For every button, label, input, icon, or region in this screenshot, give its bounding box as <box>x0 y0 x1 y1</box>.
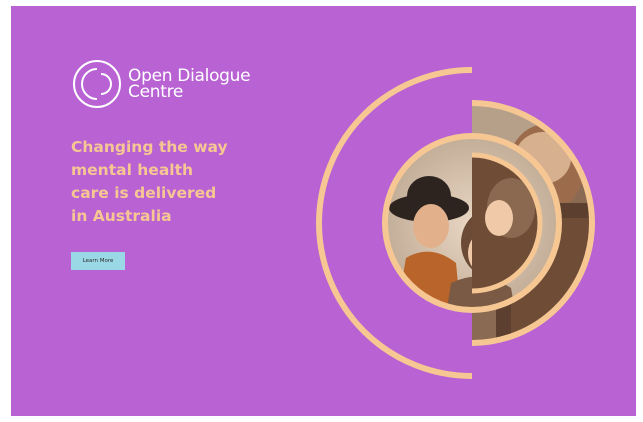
headline-line: care is delivered <box>71 184 217 202</box>
brand-logo[interactable]: Open Dialogue Centre <box>71 58 251 110</box>
learn-more-button[interactable]: Learn More <box>71 252 125 270</box>
hero-section: Open Dialogue Centre Changing the way me… <box>11 6 636 416</box>
headline-line: Changing the way <box>71 138 228 156</box>
open-dialogue-circles-icon <box>73 60 121 108</box>
headline-line: in Australia <box>71 207 172 225</box>
hero-headline: Changing the way mental health care is d… <box>71 136 291 228</box>
brand-name: Open Dialogue Centre <box>128 68 251 102</box>
hero-artwork <box>316 67 595 379</box>
brand-name-line2: Centre <box>128 82 184 102</box>
headline-line: mental health <box>71 161 194 179</box>
